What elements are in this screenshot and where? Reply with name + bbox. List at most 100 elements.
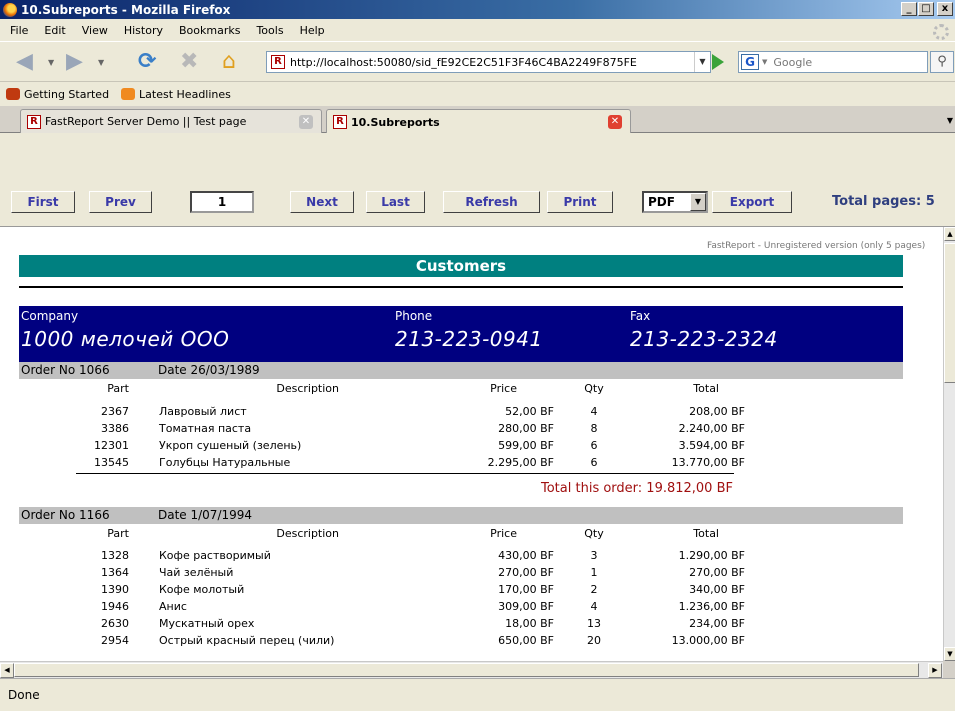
- table-row: 1328 Кофе растворимый 430,00 BF 3 1.290,…: [19, 547, 903, 564]
- report-title-underline: [19, 286, 903, 288]
- refresh-button[interactable]: Refresh: [443, 191, 540, 213]
- cell-description: Острый красный перец (чили): [159, 634, 335, 647]
- tab-list-dropdown-icon[interactable]: ▼: [947, 116, 953, 125]
- cell-price: 430,00 BF: [498, 549, 554, 562]
- bookmarks-toolbar: Getting Started Latest Headlines: [0, 81, 955, 106]
- url-text[interactable]: http://localhost:50080/sid_fE92CE2C51F3F…: [290, 56, 694, 69]
- vertical-scrollbar[interactable]: ▲ ▼: [943, 227, 955, 661]
- col-description: Description: [276, 382, 339, 395]
- cell-part: 2367: [101, 405, 129, 418]
- home-icon[interactable]: ⌂: [222, 50, 236, 74]
- report-title: Customers: [19, 255, 903, 277]
- close-button[interactable]: x: [937, 2, 953, 16]
- bookmark-label: Latest Headlines: [139, 87, 231, 101]
- menu-tools[interactable]: Tools: [248, 24, 291, 37]
- horizontal-scrollbar[interactable]: ◀ ▶: [0, 661, 943, 678]
- search-box[interactable]: G ▼ Google: [738, 51, 928, 73]
- cell-part: 2954: [101, 634, 129, 647]
- last-page-button[interactable]: Last: [366, 191, 425, 213]
- table-row: 12301 Укроп сушеный (зелень) 599,00 BF 6…: [19, 437, 903, 454]
- url-dropdown-icon[interactable]: ▼: [694, 52, 710, 72]
- url-bar[interactable]: R http://localhost:50080/sid_fE92CE2C51F…: [266, 51, 711, 73]
- col-total: Total: [693, 527, 719, 540]
- cell-description: Кофе молотый: [159, 583, 245, 596]
- cell-qty: 6: [590, 439, 598, 452]
- go-icon[interactable]: [712, 54, 724, 70]
- vertical-scroll-thumb[interactable]: [944, 243, 955, 383]
- scroll-right-icon[interactable]: ▶: [928, 663, 942, 678]
- forward-icon[interactable]: ▶: [66, 50, 83, 74]
- table-row: 13545 Голубцы Натуральные 2.295,00 BF 6 …: [19, 454, 903, 471]
- cell-qty: 13: [587, 617, 601, 630]
- scroll-up-icon[interactable]: ▲: [944, 227, 955, 241]
- tab-subreports[interactable]: R 10.Subreports ✕: [326, 109, 631, 134]
- order-number: Order No 1166: [21, 508, 110, 522]
- cell-qty: 20: [587, 634, 601, 647]
- google-engine-icon[interactable]: G: [741, 54, 759, 70]
- cell-price: 650,00 BF: [498, 634, 554, 647]
- throbber-icon: [933, 24, 949, 40]
- print-button[interactable]: Print: [547, 191, 613, 213]
- menu-view[interactable]: View: [74, 24, 116, 37]
- forward-dropdown-icon[interactable]: ▼: [98, 58, 104, 67]
- fastreport-favicon-icon: R: [333, 115, 347, 129]
- scrollbar-corner: [943, 661, 955, 678]
- menu-edit[interactable]: Edit: [36, 24, 73, 37]
- chevron-down-icon[interactable]: ▼: [690, 193, 706, 211]
- table-row: 1364 Чай зелёный 270,00 BF 1 270,00 BF: [19, 564, 903, 581]
- maximize-button[interactable]: □: [918, 2, 934, 16]
- cell-total: 234,00 BF: [689, 617, 745, 630]
- table-row: 1390 Кофе молотый 170,00 BF 2 340,00 BF: [19, 581, 903, 598]
- cell-part: 3386: [101, 422, 129, 435]
- fastreport-favicon-icon: R: [27, 114, 41, 129]
- cell-part: 1364: [101, 566, 129, 579]
- page-number-input[interactable]: 1: [190, 191, 254, 213]
- back-icon[interactable]: ◀: [16, 50, 33, 74]
- customer-band: Company Phone Fax 1000 мелочей ООО 213-2…: [19, 306, 903, 362]
- next-page-button[interactable]: Next: [290, 191, 354, 213]
- scroll-down-icon[interactable]: ▼: [944, 647, 955, 661]
- menu-help[interactable]: Help: [292, 24, 333, 37]
- prev-page-button[interactable]: Prev: [89, 191, 152, 213]
- tab-bar: R FastReport Server Demo || Test page ✕ …: [0, 106, 955, 134]
- company-value: 1000 мелочей ООО: [21, 327, 230, 351]
- search-placeholder[interactable]: Google: [773, 56, 812, 69]
- phone-label: Phone: [395, 309, 433, 323]
- phone-value: 213-223-0941: [395, 327, 543, 351]
- col-price: Price: [490, 382, 517, 395]
- cell-price: 280,00 BF: [498, 422, 554, 435]
- export-button[interactable]: Export: [712, 191, 792, 213]
- bookmark-latest-headlines[interactable]: Latest Headlines: [121, 88, 231, 101]
- minimize-button[interactable]: _: [901, 2, 917, 16]
- bookmark-getting-started[interactable]: Getting Started: [6, 88, 109, 101]
- status-bar: Done: [0, 678, 955, 711]
- stop-icon[interactable]: ✖: [180, 50, 198, 74]
- horizontal-scroll-thumb[interactable]: [14, 663, 919, 677]
- scroll-left-icon[interactable]: ◀: [0, 663, 14, 678]
- export-format-select[interactable]: PDF ▼: [642, 191, 708, 213]
- report-viewport: FastReport - Unregistered version (only …: [0, 227, 943, 661]
- window-title: 10.Subreports - Mozilla Firefox: [21, 2, 231, 17]
- first-page-button[interactable]: First: [11, 191, 75, 213]
- rss-icon: [121, 88, 136, 100]
- cell-part: 1390: [101, 583, 129, 596]
- back-dropdown-icon[interactable]: ▼: [48, 58, 54, 67]
- cell-total: 2.240,00 BF: [678, 422, 745, 435]
- reload-icon[interactable]: ⟳: [138, 50, 156, 74]
- firefox-bookmark-icon: [6, 88, 20, 100]
- cell-description: Кофе растворимый: [159, 549, 271, 562]
- site-favicon-icon: R: [271, 55, 285, 69]
- col-total: Total: [693, 382, 719, 395]
- tab-close-icon[interactable]: ✕: [299, 115, 313, 129]
- tab-close-icon[interactable]: ✕: [608, 115, 622, 129]
- column-header-row: Part Description Price Qty Total: [19, 525, 903, 542]
- tab-fastreport-demo[interactable]: R FastReport Server Demo || Test page ✕: [20, 109, 322, 133]
- cell-part: 1946: [101, 600, 129, 613]
- menu-bookmarks[interactable]: Bookmarks: [171, 24, 248, 37]
- menu-history[interactable]: History: [116, 24, 171, 37]
- menu-file[interactable]: File: [2, 24, 36, 37]
- cell-description: Анис: [159, 600, 187, 613]
- search-engine-dropdown-icon[interactable]: ▼: [762, 58, 767, 66]
- search-icon[interactable]: ⚲: [930, 51, 954, 73]
- col-part: Part: [107, 382, 129, 395]
